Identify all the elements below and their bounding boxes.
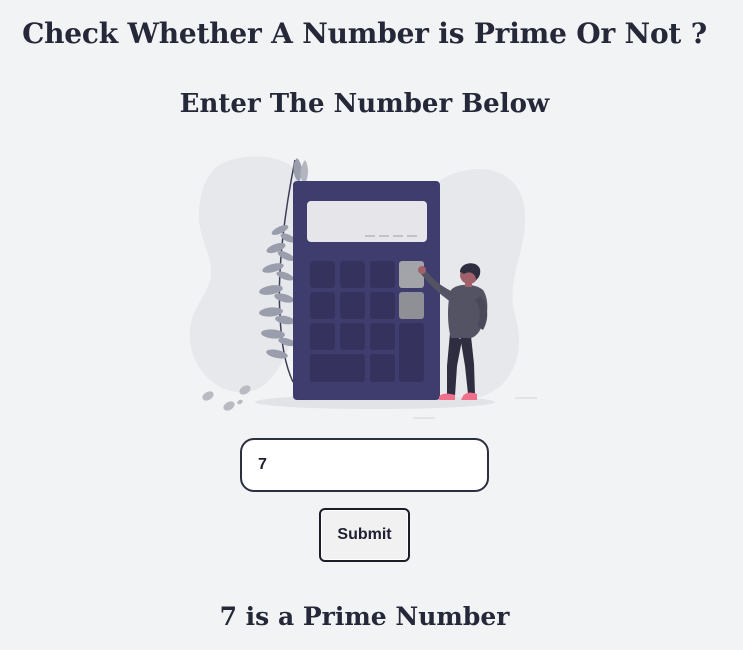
number-input[interactable]: [240, 438, 489, 492]
calculator-icon: [293, 181, 440, 400]
calculator-illustration: [189, 156, 537, 419]
result-text: 7 is a Prime Number: [219, 602, 510, 631]
submit-button[interactable]: Submit: [319, 508, 410, 562]
page-subtitle: Enter The Number Below: [179, 89, 550, 119]
page-title: Check Whether A Number is Prime Or Not ?: [22, 17, 707, 50]
